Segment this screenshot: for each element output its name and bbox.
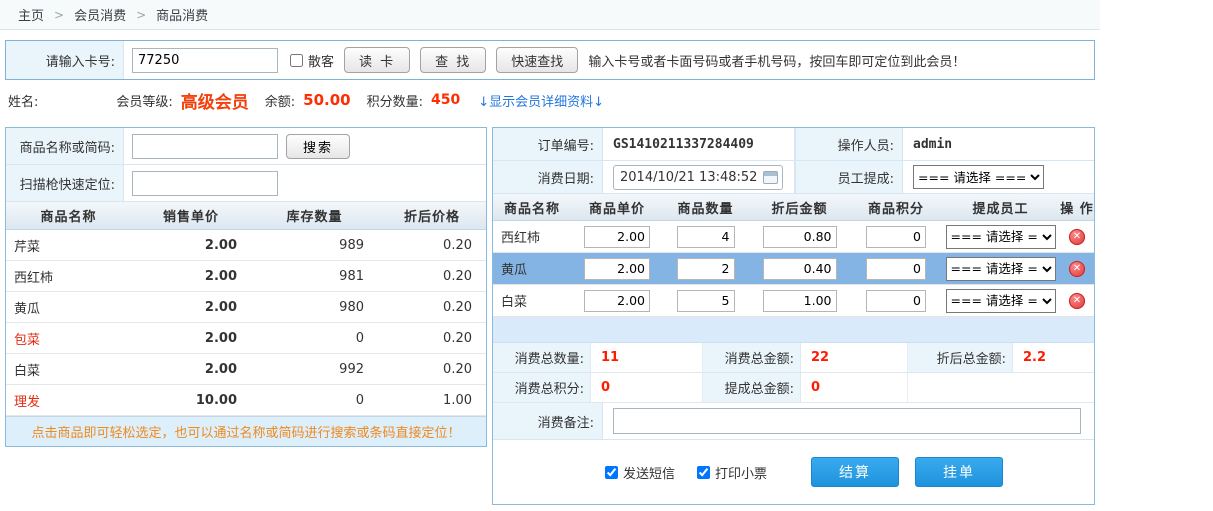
cart-qty-input[interactable] <box>677 290 735 312</box>
breadcrumb-goods-consume[interactable]: 商品消费 <box>156 5 208 24</box>
cart-price-input[interactable] <box>584 290 650 312</box>
cart-price-input[interactable] <box>584 258 650 280</box>
cart-amount-input[interactable] <box>763 258 837 280</box>
card-lookup-bar: 请输入卡号: 散客 读 卡 查 找 快速查找 输入卡号或者卡面号码或者手机号码，… <box>5 40 1095 80</box>
points-value: 450 <box>431 92 460 108</box>
staff-commission-label: 员工提成: <box>795 161 903 193</box>
read-card-button[interactable]: 读 卡 <box>344 47 410 73</box>
cart-qty-input[interactable] <box>677 226 735 248</box>
scan-locate-label: 扫描枪快速定位: <box>6 165 124 201</box>
member-level-value: 高级会员 <box>181 88 249 113</box>
cart-points-input[interactable] <box>866 290 926 312</box>
cart-points-input[interactable] <box>866 258 926 280</box>
product-row-lifa[interactable]: 理发 10.00 0 1.00 <box>6 385 486 416</box>
cart-staff-select[interactable]: === 请选择 === <box>946 225 1056 249</box>
send-sms-checkbox[interactable] <box>605 466 618 479</box>
cart-staff-select[interactable]: === 请选择 === <box>946 289 1056 313</box>
cart-row-baicai: 白菜 === 请选择 === ✕ <box>493 285 1094 317</box>
product-panel-note: 点击商品即可轻松选定，也可以通过名称或简码进行搜索或条码直接定位！ <box>6 416 486 446</box>
member-info-row: 姓名: 会员等级: 高级会员 余额: 50.00 积分数量: 450 ↓显示会员… <box>0 85 1100 115</box>
guest-label: 散客 <box>308 51 334 70</box>
consume-date-label: 消费日期: <box>493 161 603 193</box>
totals-row-1: 消费总数量: 11 消费总金额: 22 折后总金额: 2.2 <box>493 343 1094 373</box>
scan-locate-input[interactable] <box>132 171 278 196</box>
delete-item-icon[interactable]: ✕ <box>1069 261 1085 277</box>
staff-commission-select[interactable]: === 请选择 === <box>913 165 1044 189</box>
product-row-xihongshi[interactable]: 西红柿 2.00 981 0.20 <box>6 261 486 292</box>
product-search-label: 商品名称或简码: <box>6 128 124 164</box>
total-points-value: 0 <box>591 373 703 402</box>
print-receipt-checkbox[interactable] <box>697 466 710 479</box>
delete-item-icon[interactable]: ✕ <box>1069 293 1085 309</box>
member-name-label: 姓名: <box>8 91 38 110</box>
breadcrumb-home[interactable]: 主页 <box>18 5 44 24</box>
total-points-label: 消费总积分: <box>493 373 591 402</box>
print-receipt-label: 打印小票 <box>715 463 767 482</box>
total-discount-value: 2.2 <box>1013 343 1094 372</box>
breadcrumb-separator: > <box>136 8 146 22</box>
order-no-label: 订单编号: <box>493 128 603 160</box>
operator-value: admin <box>903 128 1094 160</box>
hold-order-button[interactable]: 挂单 <box>915 457 1003 487</box>
total-qty-value: 11 <box>591 343 703 372</box>
cart-spacer-band <box>493 317 1094 343</box>
total-qty-label: 消费总数量: <box>493 343 591 372</box>
breadcrumb-member-consume[interactable]: 会员消费 <box>74 5 126 24</box>
guest-checkbox[interactable] <box>290 54 303 67</box>
card-lookup-hint: 输入卡号或者卡面号码或者手机号码，按回车即可定位到此会员！ <box>588 51 965 70</box>
totals-empty-cell <box>908 373 1094 402</box>
send-sms-label: 发送短信 <box>623 463 675 482</box>
card-number-label: 请输入卡号: <box>6 41 124 79</box>
card-number-input[interactable] <box>132 48 278 73</box>
show-member-detail-link[interactable]: ↓显示会员详细资料↓ <box>478 91 604 110</box>
points-label: 积分数量: <box>367 91 423 110</box>
order-actions-row: 发送短信 打印小票 结算 挂单 <box>493 440 1094 504</box>
product-search-button[interactable]: 搜索 <box>286 134 350 159</box>
product-search-input[interactable] <box>132 134 278 159</box>
balance-label: 余额: <box>265 91 295 110</box>
operator-label: 操作人员: <box>795 128 903 160</box>
breadcrumb-separator: > <box>54 8 64 22</box>
cart-qty-input[interactable] <box>677 258 735 280</box>
total-amount-value: 22 <box>801 343 908 372</box>
delete-item-icon[interactable]: ✕ <box>1069 229 1085 245</box>
total-discount-label: 折后总金额: <box>908 343 1013 372</box>
order-no-value: GS1410211337284409 <box>603 128 795 160</box>
total-amount-label: 消费总金额: <box>703 343 801 372</box>
cart-price-input[interactable] <box>584 226 650 248</box>
cart-amount-input[interactable] <box>763 290 837 312</box>
product-panel: 商品名称或简码: 搜索 扫描枪快速定位: 商品名称 销售单价 库存数量 折后价格… <box>5 127 487 447</box>
cart-staff-select[interactable]: === 请选择 === <box>946 257 1056 281</box>
member-level-label: 会员等级: <box>116 91 172 110</box>
cart-amount-input[interactable] <box>763 226 837 248</box>
breadcrumb: 主页 > 会员消费 > 商品消费 <box>0 0 1100 30</box>
remark-input[interactable] <box>613 408 1081 434</box>
cart-points-input[interactable] <box>866 226 926 248</box>
totals-row-2: 消费总积分: 0 提成总金额: 0 <box>493 373 1094 403</box>
consume-date-input[interactable]: 2014/10/21 13:48:52 <box>613 165 783 190</box>
total-commission-label: 提成总金额: <box>703 373 801 402</box>
order-panel: 订单编号: GS1410211337284409 操作人员: admin 消费日… <box>492 127 1095 505</box>
remark-label: 消费备注: <box>493 403 603 439</box>
product-row-baocai[interactable]: 包菜 2.00 0 0.20 <box>6 323 486 354</box>
page: 主页 > 会员消费 > 商品消费 请输入卡号: 散客 读 卡 查 找 快速查找 … <box>0 0 1213 511</box>
cart-table-header: 商品名称 商品单价 商品数量 折后金额 商品积分 提成员工 操 作 <box>493 194 1094 221</box>
checkout-button[interactable]: 结算 <box>811 457 899 487</box>
product-row-qincai[interactable]: 芹菜 2.00 989 0.20 <box>6 230 486 261</box>
total-commission-value: 0 <box>801 373 908 402</box>
find-button[interactable]: 查 找 <box>420 47 486 73</box>
product-row-baicai[interactable]: 白菜 2.00 992 0.20 <box>6 354 486 385</box>
cart-row-xihongshi: 西红柿 === 请选择 === ✕ <box>493 221 1094 253</box>
product-table-header: 商品名称 销售单价 库存数量 折后价格 <box>6 202 486 230</box>
product-row-huanggua[interactable]: 黄瓜 2.00 980 0.20 <box>6 292 486 323</box>
calendar-icon[interactable] <box>763 171 778 184</box>
balance-value: 50.00 <box>303 91 350 109</box>
quick-find-button[interactable]: 快速查找 <box>496 47 578 73</box>
cart-row-huanggua: 黄瓜 === 请选择 === ✕ <box>493 253 1094 285</box>
